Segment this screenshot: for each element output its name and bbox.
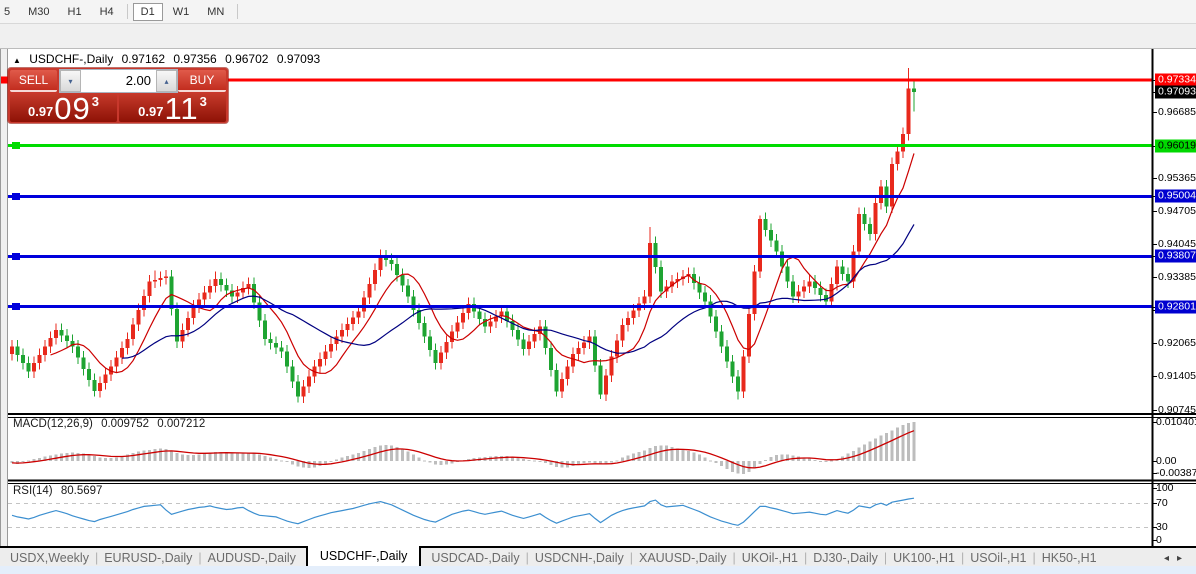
buy-price-display[interactable]: 0.97 11 3: [119, 94, 226, 122]
ohlc-open: 0.97162: [122, 52, 165, 66]
tab-usdcad-[interactable]: USDCAD-,Daily: [421, 549, 529, 567]
sell-button[interactable]: SELL: [10, 70, 57, 92]
buy-price-big: 11: [164, 95, 198, 122]
price-tick-label: 0.91405: [1158, 370, 1196, 382]
timeframe-5[interactable]: 5: [0, 3, 18, 21]
price-tick-label: 0.92065: [1158, 337, 1196, 349]
tab-hk50-[interactable]: HK50-,H1: [1032, 549, 1107, 567]
price-tick-label: 0.94045: [1158, 238, 1196, 250]
tab-usoil-[interactable]: USOil-,H1: [960, 549, 1036, 567]
macd-title: MACD(12,26,9): [13, 418, 93, 430]
tab-audusd-[interactable]: AUDUSD-,Daily: [198, 549, 306, 567]
volume-increase-button[interactable]: ▴: [156, 70, 177, 92]
price-tick-label: 0.94705: [1158, 205, 1196, 217]
macd-signal-value: 0.007212: [157, 418, 205, 430]
tab-usdx[interactable]: USDX,Weekly: [0, 549, 99, 567]
price-tick-label: 0.96685: [1158, 106, 1196, 118]
toolbar-separator: [237, 4, 238, 19]
rsi-axis-label: 100: [1156, 482, 1174, 494]
tab-eurusd-[interactable]: EURUSD-,Daily: [94, 549, 202, 567]
tab-dj30-[interactable]: DJ30-,Daily: [803, 549, 888, 567]
sell-price-big: 09: [54, 95, 90, 122]
timeframe-mn[interactable]: MN: [199, 3, 232, 21]
price-highlight-label: 0.96019: [1155, 140, 1196, 153]
buy-price-pip: 3: [200, 94, 207, 109]
rsi-axis-label: 30: [1156, 521, 1168, 533]
sell-price-display[interactable]: 0.97 09 3: [10, 94, 117, 122]
volume-decrease-button[interactable]: ▾: [60, 70, 81, 92]
status-strip: [0, 566, 1196, 574]
rsi-axis-label: 70: [1156, 497, 1168, 509]
price-highlight-label: 0.97093: [1155, 86, 1196, 99]
sell-price-prefix: 0.97: [28, 104, 53, 119]
mt4-window: 5M30H1H4 D1W1MN ▲ USDCHF-,Daily 0.97162 0…: [0, 0, 1196, 574]
sell-price-pip: 3: [92, 94, 99, 109]
timeframe-w1[interactable]: W1: [165, 3, 198, 21]
chart-symbol: USDCHF-,Daily: [29, 52, 113, 66]
chevron-up-icon: ▴: [164, 77, 168, 86]
rsi-pane-title: RSI(14) 80.5697: [13, 485, 107, 497]
chart-tab-bar: USDX,Weekly|EURUSD-,Daily|AUDUSD-,DailyU…: [0, 546, 1196, 568]
price-tick-label: 0.93385: [1158, 271, 1196, 283]
buy-button[interactable]: BUY: [178, 70, 226, 92]
tab-uk100-[interactable]: UK100-,H1: [883, 549, 965, 567]
price-highlight-label: 0.93807: [1155, 250, 1196, 263]
rsi-axis-label: 0: [1156, 534, 1162, 546]
ohlc-high: 0.97356: [173, 52, 216, 66]
rsi-value: 80.5697: [61, 485, 103, 497]
chart-title: ▲ USDCHF-,Daily 0.97162 0.97356 0.96702 …: [13, 52, 325, 66]
macd-pane-title: MACD(12,26,9) 0.009752 0.007212: [13, 418, 210, 430]
price-tick-label: 0.95365: [1158, 172, 1196, 184]
macd-axis-label: 0.010401: [1156, 416, 1196, 428]
volume-value[interactable]: 2.00: [81, 70, 156, 92]
ohlc-close: 0.97093: [277, 52, 320, 66]
macd-value: 0.009752: [101, 418, 149, 430]
price-highlight-label: 0.92801: [1155, 301, 1196, 314]
tab-scroll-arrows: ◂▸: [1164, 553, 1190, 564]
collapse-arrow-icon[interactable]: ▲: [13, 56, 21, 65]
chart-window: ▲ USDCHF-,Daily 0.97162 0.97356 0.96702 …: [0, 24, 1196, 546]
timeframe-h4[interactable]: H4: [92, 3, 122, 21]
tab-usdchf-[interactable]: USDCHF-,Daily: [306, 546, 422, 568]
volume-stepper: ▾ 2.00 ▴: [59, 69, 178, 93]
buy-price-prefix: 0.97: [138, 104, 163, 119]
ohlc-low: 0.96702: [225, 52, 268, 66]
macd-axis-label: 0.00: [1156, 455, 1176, 467]
toolbar-separator: [127, 4, 128, 19]
rsi-title: RSI(14): [13, 485, 53, 497]
macd-axis-label: -0.003875: [1156, 467, 1196, 479]
timeframe-toolbar: 5M30H1H4 D1W1MN: [0, 0, 1196, 24]
price-highlight-label: 0.95004: [1155, 190, 1196, 203]
tab-scroll-right-icon[interactable]: ▸: [1177, 553, 1190, 564]
tab-xauusd-[interactable]: XAUUSD-,Daily: [629, 549, 737, 567]
timeframe-d1[interactable]: D1: [133, 3, 163, 21]
timeframe-h1[interactable]: H1: [60, 3, 90, 21]
tab-scroll-left-icon[interactable]: ◂: [1164, 553, 1177, 564]
one-click-trade-panel: SELL ▾ 2.00 ▴ BUY 0.97 09 3 0.97 11 3: [8, 68, 228, 123]
chevron-down-icon: ▾: [68, 77, 72, 86]
tab-usdcnh-[interactable]: USDCNH-,Daily: [525, 549, 634, 567]
price-tick-label: 0.90745: [1158, 404, 1196, 416]
timeframe-m30[interactable]: M30: [20, 3, 57, 21]
tab-ukoil-[interactable]: UKOil-,H1: [732, 549, 808, 567]
